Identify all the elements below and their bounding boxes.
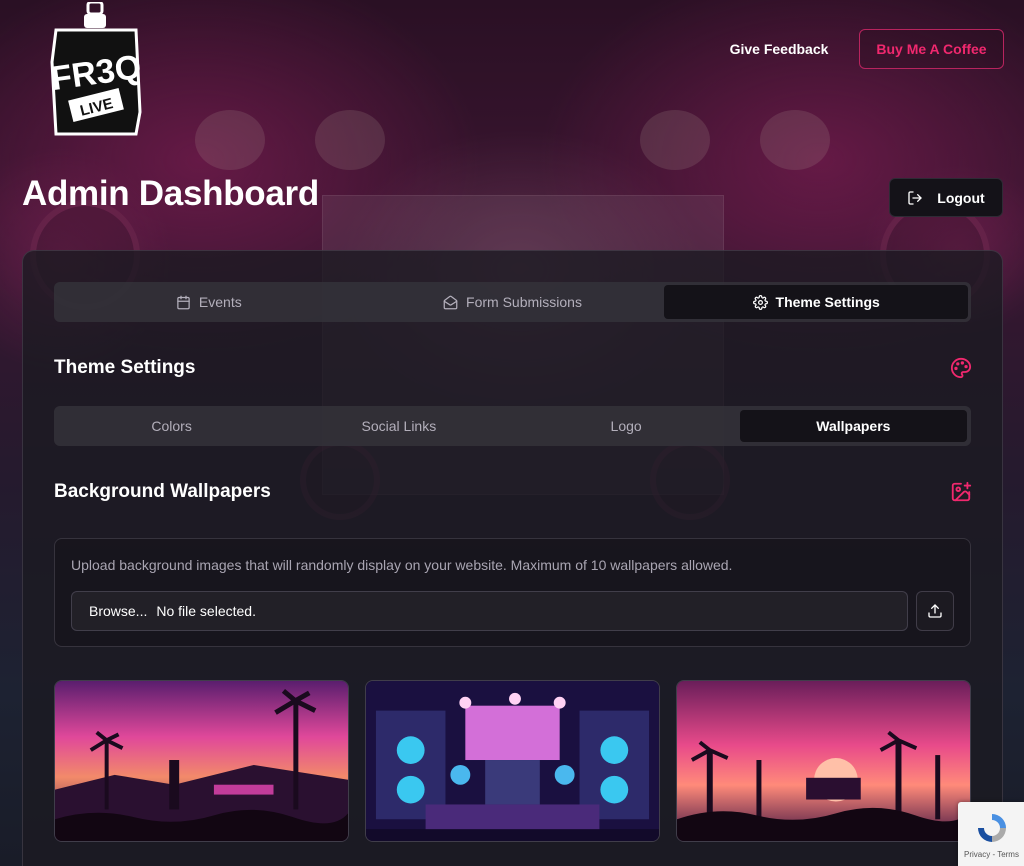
recaptcha-icon <box>978 814 1006 842</box>
palette-icon <box>950 357 972 379</box>
recaptcha-text[interactable]: Privacy - Terms <box>964 850 1019 859</box>
upload-icon <box>928 604 942 618</box>
logout-button[interactable]: Logout <box>889 178 1003 217</box>
gear-icon <box>752 294 768 310</box>
give-feedback-link[interactable]: Give Feedback <box>716 30 842 68</box>
file-input[interactable]: Browse... No file selected. <box>71 591 908 631</box>
background-light <box>760 110 830 170</box>
tab-theme-settings[interactable]: Theme Settings <box>664 285 969 319</box>
buy-me-a-coffee-button[interactable]: Buy Me A Coffee <box>859 29 1004 69</box>
logout-icon <box>908 190 922 205</box>
tab-label: Form Submissions <box>466 294 582 310</box>
fr3q-live-logo[interactable]: FR3Q LIVE <box>48 0 144 138</box>
tab-label: Events <box>198 294 242 310</box>
recaptcha-badge[interactable]: Privacy - Terms <box>958 802 1024 866</box>
image-plus-icon[interactable] <box>950 481 972 503</box>
browse-button[interactable]: Browse... <box>89 603 147 619</box>
envelope-open-icon <box>443 295 458 309</box>
page-title: Admin Dashboard <box>22 174 319 213</box>
background-light <box>315 110 385 170</box>
tab-label: Theme Settings <box>775 294 880 310</box>
theme-settings-title: Theme Settings <box>54 357 196 378</box>
wallpaper-upload-box: Upload background images that will rando… <box>54 538 971 647</box>
main-tabs: Events Form Submissions Theme Settings <box>54 282 971 322</box>
subtab-social-links[interactable]: Social Links <box>285 410 512 442</box>
subtab-colors[interactable]: Colors <box>58 410 285 442</box>
logout-label: Logout <box>937 189 985 206</box>
upload-description: Upload background images that will rando… <box>71 557 733 573</box>
subtab-logo[interactable]: Logo <box>513 410 740 442</box>
wallpaper-thumbnail[interactable] <box>54 680 349 842</box>
theme-subtabs: Colors Social Links Logo Wallpapers <box>54 406 971 446</box>
wallpaper-thumbnail[interactable] <box>365 680 660 842</box>
subtab-wallpapers[interactable]: Wallpapers <box>739 410 967 442</box>
upload-button[interactable] <box>916 591 954 631</box>
tab-events[interactable]: Events <box>57 285 361 319</box>
wallpapers-title: Background Wallpapers <box>54 481 271 502</box>
background-light <box>195 110 265 170</box>
background-light <box>640 110 710 170</box>
file-status: No file selected. <box>156 603 256 619</box>
calendar-icon <box>177 295 190 309</box>
tab-form-submissions[interactable]: Form Submissions <box>361 285 665 319</box>
wallpaper-thumbnail[interactable] <box>676 680 971 842</box>
